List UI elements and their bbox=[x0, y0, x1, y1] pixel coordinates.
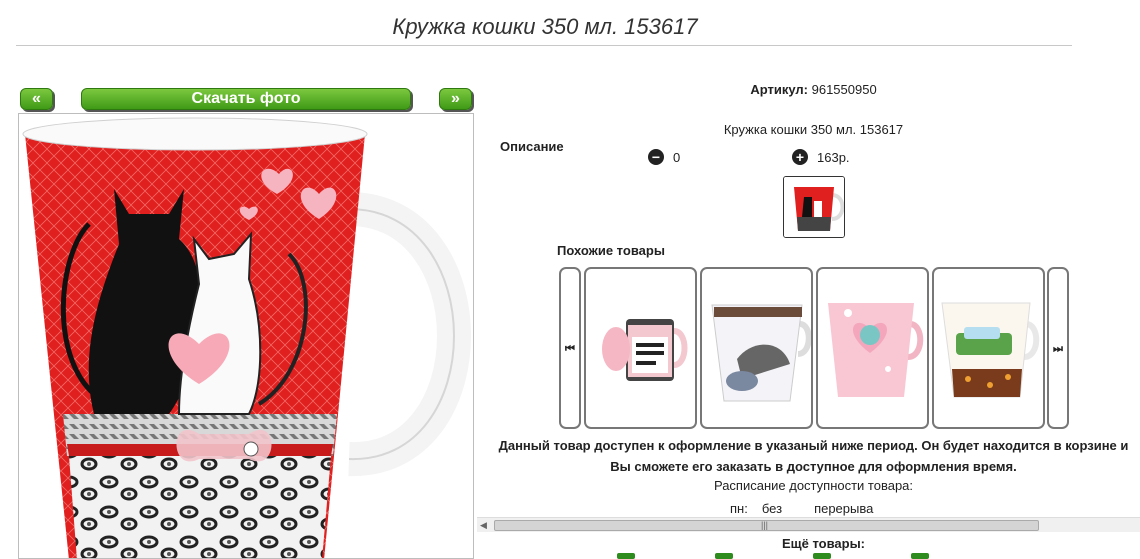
skip-forward-icon: ⏭ bbox=[1053, 343, 1063, 355]
description-text: Кружка кошки 350 мл. 153617 bbox=[723, 122, 904, 137]
more-products-link[interactable] bbox=[911, 553, 929, 559]
mug-thumbnail-image bbox=[784, 177, 844, 237]
selected-thumbnail[interactable] bbox=[783, 176, 845, 238]
next-photo-button[interactable]: » bbox=[439, 88, 472, 110]
skip-back-icon: ⏮ bbox=[565, 343, 575, 355]
similar-item-pink-heart-mug[interactable] bbox=[816, 267, 929, 429]
carousel-prev-button[interactable]: ⏮ bbox=[559, 267, 581, 429]
minus-value: 0 bbox=[673, 149, 681, 165]
scrollbar-thumb[interactable]: ||| bbox=[494, 520, 1039, 531]
availability-notice: Данный товар доступен к оформление в ука… bbox=[498, 438, 1129, 474]
article-label: Артикул: bbox=[750, 82, 808, 97]
title-divider bbox=[16, 45, 1072, 46]
download-photo-button[interactable]: Скачать фото bbox=[81, 88, 411, 110]
plus-value: 163р. bbox=[817, 149, 850, 165]
schedule-col2: перерыва bbox=[814, 501, 874, 516]
fashion-mug-image bbox=[711, 304, 811, 402]
more-products-link[interactable] bbox=[813, 553, 831, 559]
description-label: Описание bbox=[500, 139, 564, 154]
similar-products-label: Похожие товары bbox=[557, 243, 665, 258]
schedule-day: пн: bbox=[730, 501, 748, 516]
schedule-row: пн: без перерыва bbox=[730, 501, 873, 516]
carousel-next-button[interactable]: ⏭ bbox=[1047, 267, 1069, 429]
self-stirring-mug-image bbox=[602, 319, 688, 381]
product-details: Артикул: 961550950 Кружка кошки 350 мл. … bbox=[477, 60, 1140, 559]
minus-circle-icon[interactable]: − bbox=[648, 149, 664, 165]
scroll-left-icon[interactable]: ◀ bbox=[480, 520, 487, 531]
page-title: Кружка кошки 350 мл. 153617 bbox=[392, 14, 698, 39]
similar-item-self-stirring-mug[interactable] bbox=[584, 267, 697, 429]
similar-item-fashion-mug[interactable] bbox=[700, 267, 813, 429]
plus-circle-icon[interactable]: + bbox=[792, 149, 808, 165]
scrollbar-grip-icon: ||| bbox=[761, 520, 769, 530]
more-products-links bbox=[617, 553, 1117, 559]
schedule-title: Расписание доступности товара: bbox=[713, 478, 914, 493]
prev-photo-button[interactable]: « bbox=[20, 88, 53, 110]
product-page: Кружка кошки 350 мл. 153617 « Скачать фо… bbox=[0, 0, 1140, 559]
article-line: Артикул: 961550950 bbox=[477, 82, 1140, 97]
pink-heart-mug-image bbox=[828, 303, 924, 397]
main-product-photo[interactable] bbox=[18, 113, 474, 559]
horizontal-scrollbar[interactable]: ◀ ||| bbox=[477, 517, 1140, 532]
price-plus: + 163р. bbox=[792, 149, 850, 165]
more-products-label: Ещё товары: bbox=[781, 536, 866, 551]
car-print-mug-image bbox=[941, 302, 1040, 398]
article-value: 961550950 bbox=[811, 82, 877, 97]
more-products-link[interactable] bbox=[715, 553, 733, 559]
mug-illustration bbox=[22, 117, 471, 558]
schedule-col1: без bbox=[761, 501, 783, 516]
similar-item-car-print-mug[interactable] bbox=[932, 267, 1045, 429]
quantity-minus: − 0 bbox=[648, 149, 680, 165]
more-products-link[interactable] bbox=[617, 553, 635, 559]
